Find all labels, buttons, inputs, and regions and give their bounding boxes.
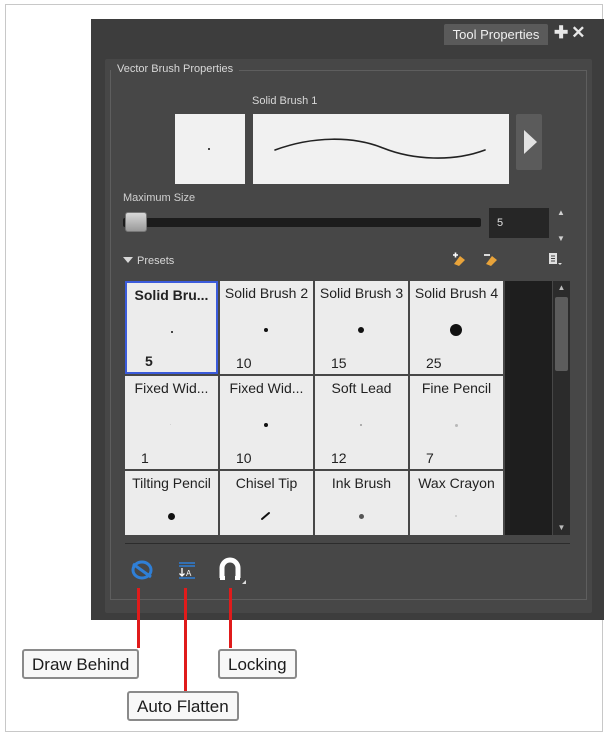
slider-thumb[interactable] [125,212,147,232]
preset-cell[interactable]: Fine Pencil 7 [410,376,503,469]
brush-name: Solid Brush 1 [252,95,318,107]
scrollbar-thumb[interactable] [555,297,568,371]
preset-name: Wax Crayon [418,475,495,491]
toolbar-divider [125,543,570,544]
callout-locking: Locking [218,649,297,679]
auto-flatten-icon[interactable]: A [174,556,202,584]
preset-name: Tilting Pencil [132,475,211,491]
scroll-up-icon[interactable]: ▲ [553,281,570,295]
presets-grid: Solid Bru... 5 Solid Brush 2 10 Solid Br… [125,281,503,535]
menu-icon[interactable] [546,251,564,270]
preset-size: 10 [236,450,252,466]
preset-cell[interactable]: Fixed Wid... 1 [125,376,218,469]
preset-cell[interactable]: Solid Bru... 5 [125,281,218,374]
callout-draw-behind: Draw Behind [22,649,140,679]
preset-name: Solid Bru... [134,287,209,303]
presets-empty-area [505,281,552,535]
preset-cell[interactable]: Tilting Pencil [125,471,218,535]
preset-name: Fixed Wid... [134,380,209,396]
preset-cell[interactable]: Solid Brush 2 10 [220,281,313,374]
preset-cell[interactable]: Fixed Wid... 10 [220,376,313,469]
preset-cell[interactable]: Wax Crayon [410,471,503,535]
preset-size: 10 [236,355,252,371]
tool-properties-panel: Tool Properties ✚ ✕ Vector Brush Properti… [91,19,604,620]
preset-size: 1 [141,450,149,466]
preset-name: Solid Brush 2 [224,285,309,301]
preset-cell[interactable]: Soft Lead 12 [315,376,408,469]
tab-bar: Tool Properties ✚ ✕ [91,19,604,49]
preset-size: 25 [426,355,442,371]
brush-tip-preview [175,114,245,184]
new-preset-icon[interactable] [451,251,469,270]
presets-header[interactable]: Presets [123,255,174,267]
collapse-triangle-icon[interactable] [123,257,133,263]
close-icon[interactable]: ✕ [571,23,585,42]
stroke-preview [253,114,509,184]
preset-cell[interactable]: Solid Brush 4 25 [410,281,503,374]
preset-cell[interactable]: Solid Brush 3 15 [315,281,408,374]
maximum-size-slider[interactable] [123,218,481,227]
properties-body: Vector Brush Properties Solid Brush 1 Ma… [105,59,592,613]
locking-icon[interactable] [218,556,246,584]
callout-auto-flatten: Auto Flatten [127,691,239,721]
maximum-size-field[interactable]: 5 [489,208,549,238]
callout-line-auto-flatten [184,588,187,691]
svg-text:A: A [186,569,192,578]
callout-line-draw-behind [137,588,140,648]
preset-cell[interactable]: Ink Brush [315,471,408,535]
preset-name: Ink Brush [331,475,392,491]
preset-name: Fixed Wid... [229,380,304,396]
plus-icon[interactable]: ✚ [554,23,568,42]
maximum-size-label: Maximum Size [123,192,196,204]
play-icon[interactable] [516,114,542,170]
preset-name: Soft Lead [331,380,392,396]
presets-label: Presets [137,255,175,267]
preset-name: Solid Brush 3 [319,285,404,301]
preset-name: Chisel Tip [235,475,298,491]
preset-size: 12 [331,450,347,466]
delete-preset-icon[interactable] [483,251,501,270]
preset-name: Solid Brush 4 [414,285,499,301]
preset-size: 15 [331,355,347,371]
group-title: Vector Brush Properties [111,63,240,75]
presets-scrollbar[interactable]: ▲ ▼ [553,281,570,535]
preset-size: 5 [145,353,153,369]
scroll-down-icon[interactable]: ▼ [553,521,570,535]
tab-tool-properties[interactable]: Tool Properties [444,24,548,45]
preset-name: Fine Pencil [421,380,492,396]
callout-line-locking [229,588,232,648]
preset-cell[interactable]: Chisel Tip [220,471,313,535]
size-stepper[interactable]: ▲ ▼ [555,206,567,245]
preset-size: 7 [426,450,434,466]
draw-behind-icon[interactable] [129,556,157,584]
